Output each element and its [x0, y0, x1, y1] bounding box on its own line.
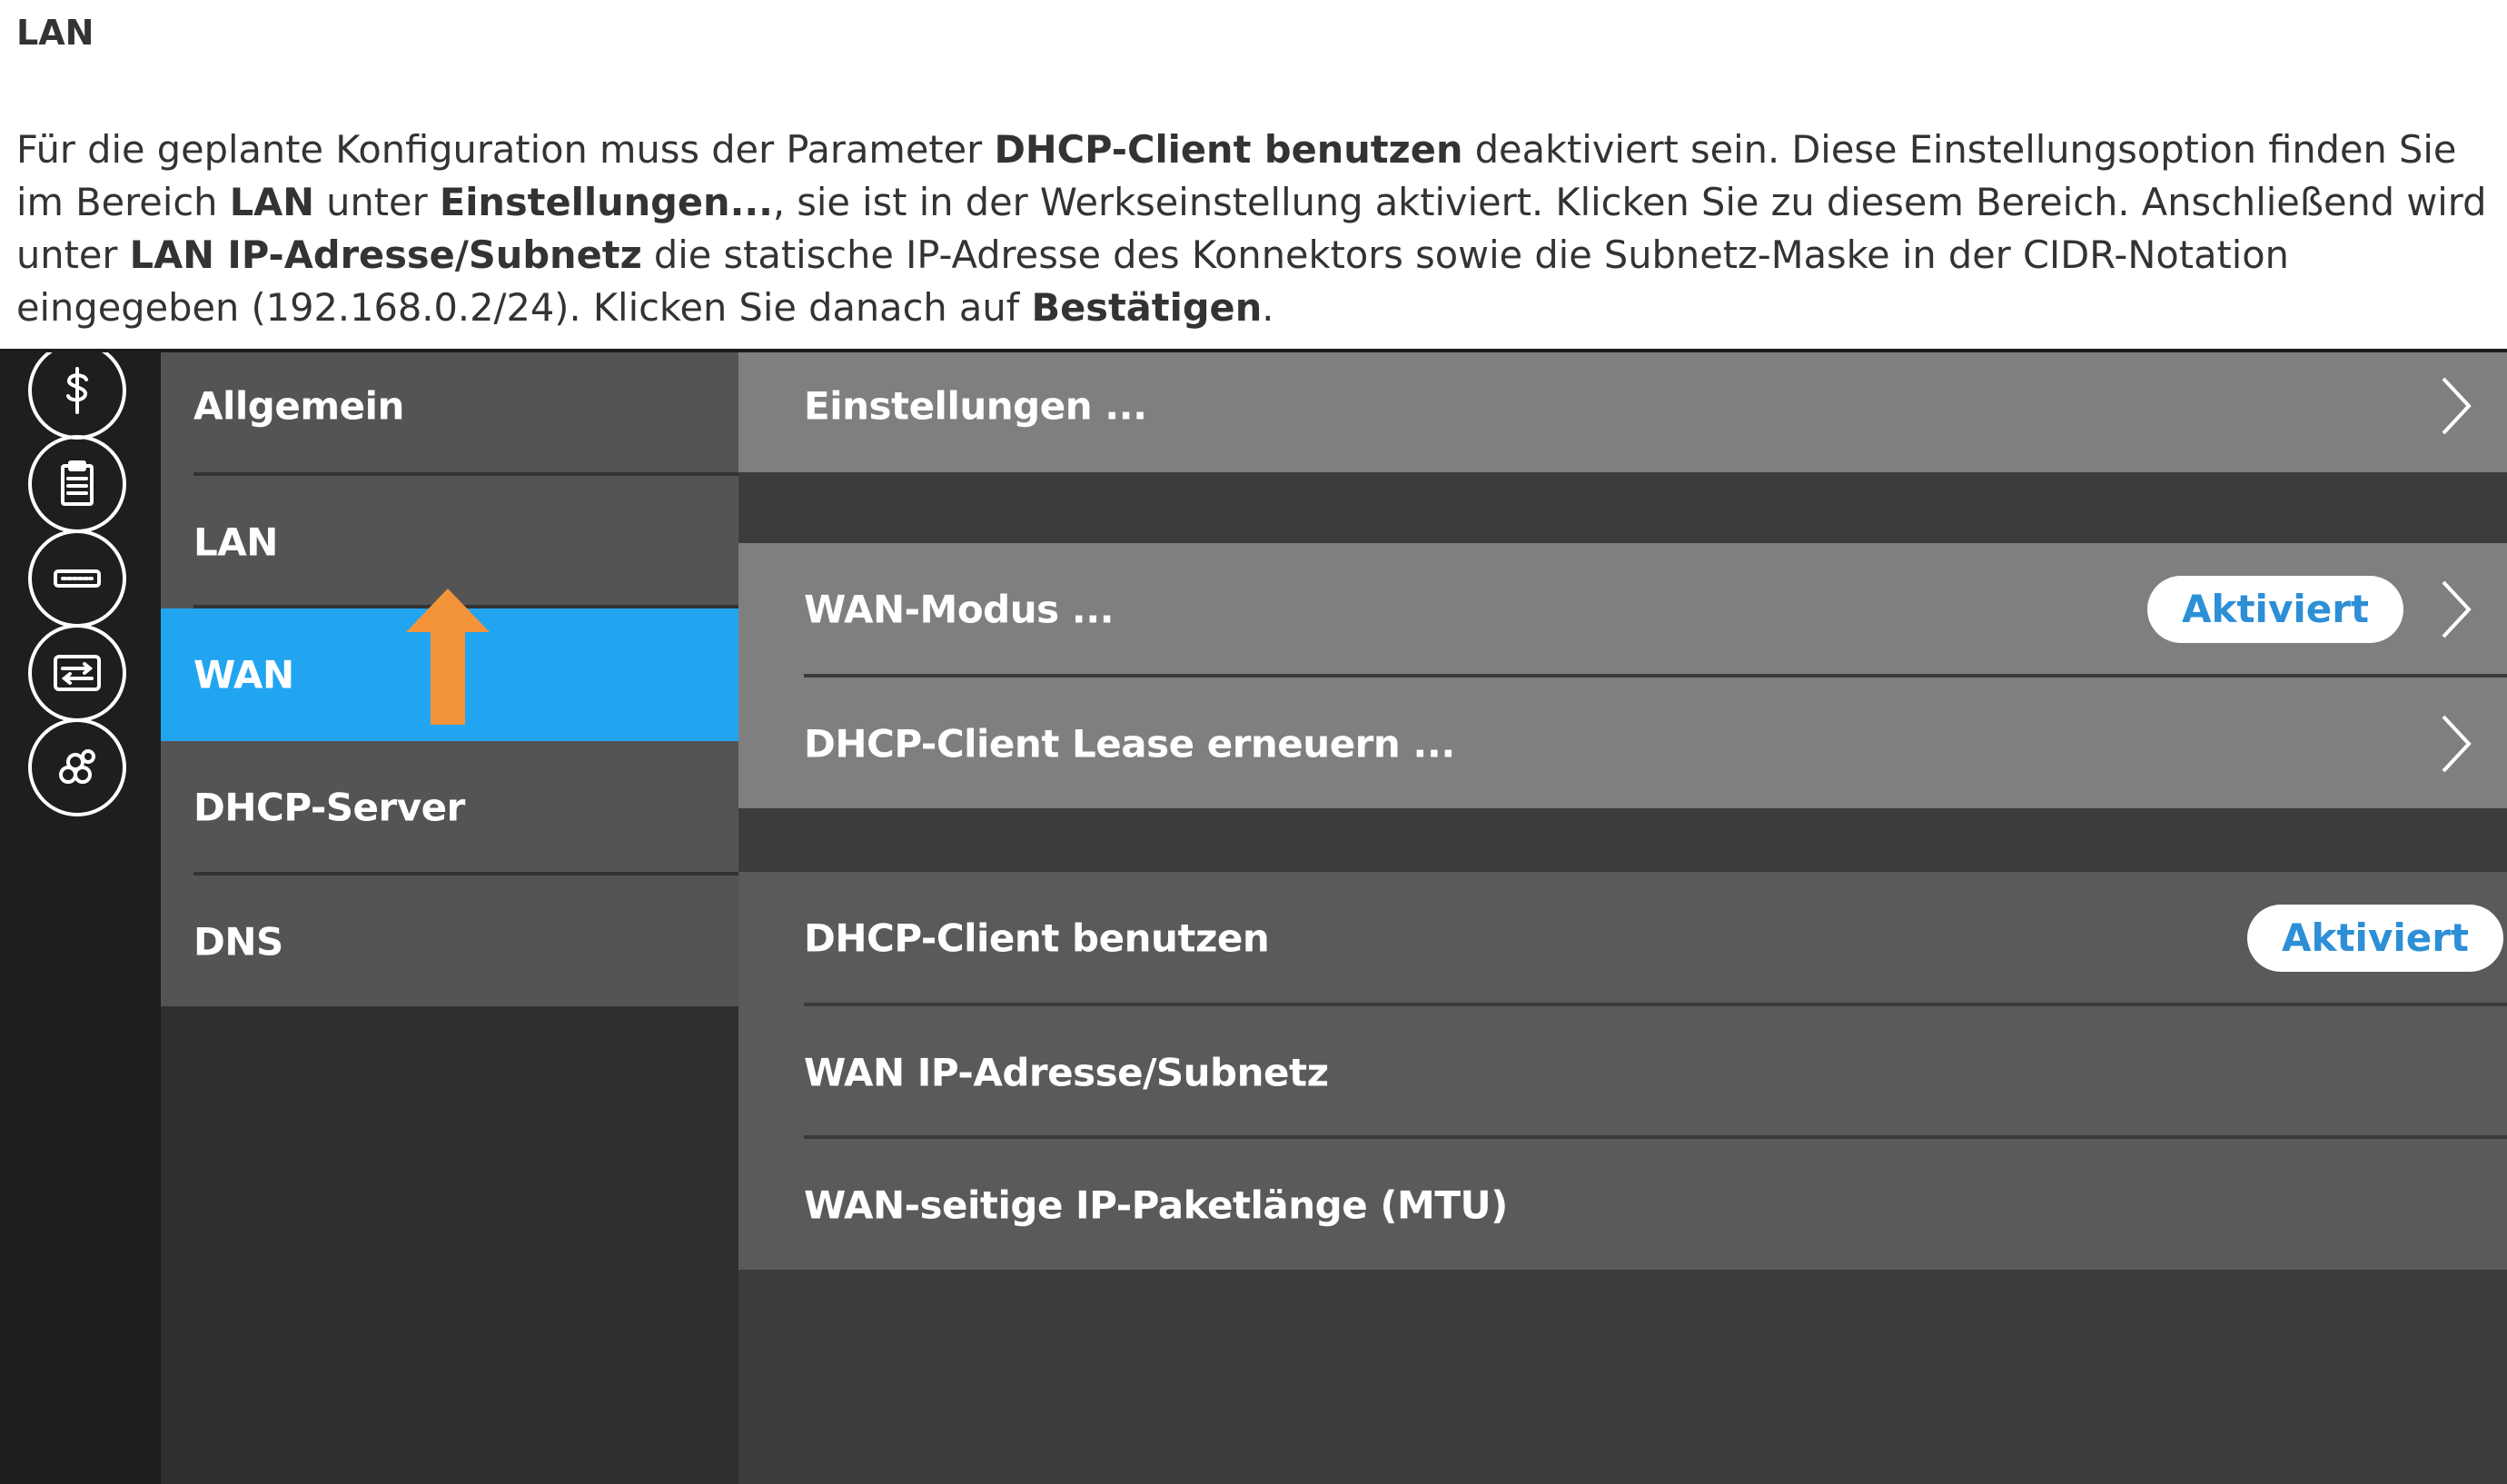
chevron-right-icon [2442, 377, 2472, 435]
paragraph-text: unter [313, 180, 440, 224]
menu-item-allgemein[interactable]: Allgemein [161, 349, 738, 472]
connector-icon[interactable] [28, 529, 126, 628]
row-label: DHCP-Client benutzen [804, 915, 1270, 961]
row-label: DHCP-Client Lease erneuern ... [804, 721, 1455, 767]
paragraph-text: . [1262, 285, 1274, 330]
settings-content: Einstellungen ... WAN-Modus ... Aktivier… [738, 349, 2507, 1484]
settings-group-dhcp-client: DHCP-Client benutzen Aktiviert WAN IP-Ad… [738, 872, 2507, 1270]
annotation-arrow-up-icon [406, 589, 490, 725]
paragraph-bold-term: Einstellungen... [439, 180, 773, 224]
row-label: Einstellungen ... [804, 383, 1147, 429]
menu-item-dns[interactable]: DNS [161, 876, 738, 1008]
paragraph-bold-term: DHCP-Client benutzen [994, 127, 1463, 172]
document-section: LAN Für die geplante Konfiguration muss … [0, 0, 2507, 349]
row-wan-modus[interactable]: WAN-Modus ... Aktiviert [738, 543, 2507, 676]
paragraph-text: Für die geplante Konfiguration muss der … [16, 127, 995, 172]
menu-item-label: Allgemein [193, 383, 404, 429]
row-label: WAN IP-Adresse/Subnetz [804, 1050, 1329, 1095]
icon-sidebar [0, 349, 161, 1484]
screenshot-border [0, 349, 2507, 352]
menu-item-label: DHCP-Server [193, 785, 465, 830]
wan-modus-status-badge[interactable]: Aktiviert [2147, 576, 2403, 643]
document-paragraph: Für die geplante Konfiguration muss der … [16, 124, 2492, 334]
dhcp-client-toggle[interactable]: Aktiviert [2247, 905, 2503, 972]
document-heading: LAN [16, 13, 94, 53]
settings-group-general: Einstellungen ... [738, 349, 2507, 472]
transfer-icon[interactable] [28, 624, 126, 722]
settings-group-wan: WAN-Modus ... Aktiviert DHCP-Client Leas… [738, 543, 2507, 808]
row-wan-mtu[interactable]: WAN-seitige IP-Paketlänge (MTU) [738, 1139, 2507, 1271]
chevron-right-icon [2442, 715, 2472, 773]
row-dhcp-client[interactable]: DHCP-Client benutzen Aktiviert [738, 872, 2507, 1004]
dollar-icon[interactable] [28, 349, 126, 440]
row-wan-ip-subnet[interactable]: WAN IP-Adresse/Subnetz [738, 1006, 2507, 1139]
paragraph-bold-term: LAN IP-Adresse/Subnetz [129, 232, 642, 277]
router-ui-screenshot: Allgemein LAN WAN DHCP-Server DNS Einste… [0, 349, 2507, 1484]
menu-item-label: LAN [193, 519, 278, 565]
menu-item-dhcp-server[interactable]: DHCP-Server [161, 741, 738, 874]
menu-item-label: WAN [193, 652, 294, 697]
chevron-right-icon [2442, 580, 2472, 638]
settings-menu: Allgemein LAN WAN DHCP-Server DNS [161, 349, 738, 1484]
menu-item-label: DNS [193, 919, 283, 965]
row-label: WAN-seitige IP-Paketlänge (MTU) [804, 1182, 1508, 1228]
clipboard-icon[interactable] [28, 435, 126, 533]
paragraph-bold-term: LAN [229, 180, 314, 224]
network-nodes-icon[interactable] [28, 718, 126, 816]
row-label: WAN-Modus ... [804, 587, 1115, 632]
paragraph-bold-term: Bestätigen [1031, 285, 1263, 330]
row-dhcp-lease[interactable]: DHCP-Client Lease erneuern ... [738, 678, 2507, 810]
row-einstellungen[interactable]: Einstellungen ... [738, 349, 2507, 472]
